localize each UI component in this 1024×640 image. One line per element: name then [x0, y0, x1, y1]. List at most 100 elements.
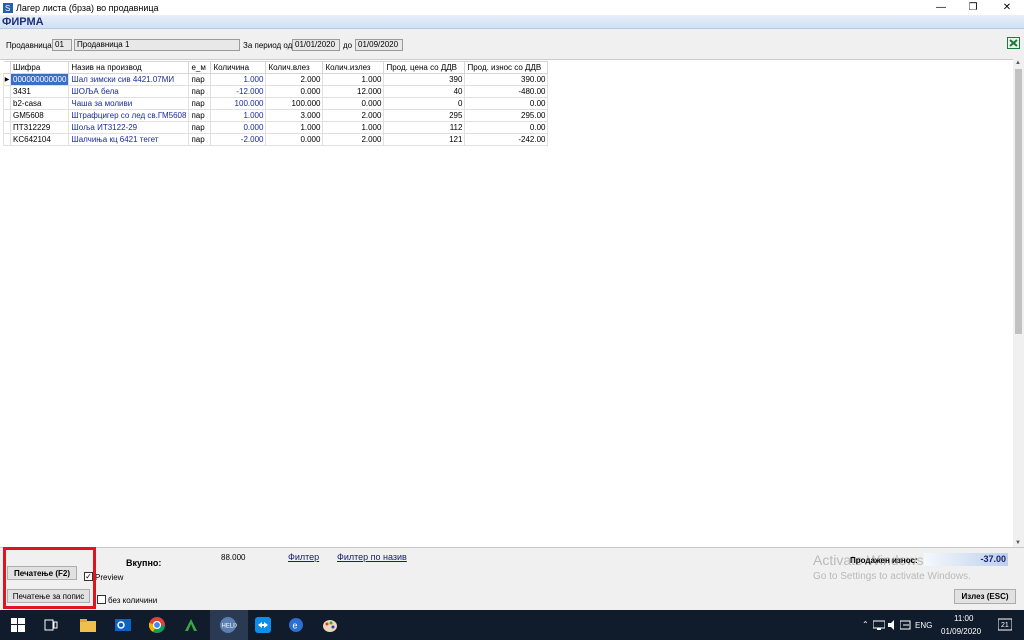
cell-amount[interactable]: -242.00: [464, 133, 549, 146]
table-row[interactable]: b2-casa Чаша за моливи пар 100.000 100.0…: [3, 97, 549, 110]
activate-windows-subtitle: Go to Settings to activate Windows.: [813, 571, 971, 582]
cell-unit[interactable]: пар: [188, 73, 212, 86]
row-indicator: [3, 121, 11, 134]
cell-unit[interactable]: пар: [188, 121, 212, 134]
column-header[interactable]: Прод. цена со ДДВ: [383, 61, 466, 74]
cell-price[interactable]: 40: [383, 85, 466, 98]
cell-amount[interactable]: 0.00: [464, 97, 549, 110]
table-row[interactable]: ▶ 000000000000 Шал зимски сив 4421.07МИ …: [3, 73, 549, 86]
cell-name[interactable]: Штрафцигер со лед св.ГМ5608: [68, 109, 190, 122]
cell-price[interactable]: 295: [383, 109, 466, 122]
cell-amount[interactable]: -480.00: [464, 85, 549, 98]
file-explorer-icon[interactable]: [79, 616, 97, 634]
minimize-button[interactable]: —: [926, 0, 956, 15]
cell-unit[interactable]: пар: [188, 97, 212, 110]
cell-qty[interactable]: 1.000: [210, 109, 267, 122]
table-row[interactable]: 3431 ШОЉА бела пар -12.000 0.000 12.000 …: [3, 85, 549, 98]
tray-chevron-icon[interactable]: ⌃: [862, 620, 869, 629]
filter-link[interactable]: Филтер: [288, 552, 319, 562]
cell-code[interactable]: 3431: [9, 85, 70, 98]
column-header[interactable]: Прод. износ со ДДВ: [464, 61, 549, 74]
cell-name[interactable]: ШОЉА бела: [68, 85, 190, 98]
column-header[interactable]: Колич.влез: [265, 61, 324, 74]
cell-qty-out[interactable]: 1.000: [322, 73, 385, 86]
task-view-icon[interactable]: [42, 616, 60, 634]
helix-app-icon[interactable]: HELIX: [219, 616, 237, 634]
cell-name[interactable]: Чаша за моливи: [68, 97, 190, 110]
cell-qty-in[interactable]: 100.000: [265, 97, 324, 110]
date-from-field[interactable]: 01/01/2020: [292, 39, 340, 51]
cell-qty-out[interactable]: 0.000: [322, 97, 385, 110]
cell-price[interactable]: 0: [383, 97, 466, 110]
column-header[interactable]: Шифра: [9, 61, 70, 74]
vertical-scrollbar[interactable]: ▲ ▼: [1013, 59, 1024, 547]
cell-unit[interactable]: пар: [188, 109, 212, 122]
outlook-icon[interactable]: [114, 616, 132, 634]
cell-price[interactable]: 390: [383, 73, 466, 86]
cell-qty[interactable]: 0.000: [210, 121, 267, 134]
cell-qty[interactable]: 1.000: [210, 73, 267, 86]
chrome-icon[interactable]: [148, 616, 166, 634]
exit-button[interactable]: Излез (ESC): [954, 589, 1016, 604]
store-name-field[interactable]: Продавница 1: [74, 39, 240, 51]
cell-code[interactable]: ПТ312229: [9, 121, 70, 134]
cell-qty-out[interactable]: 2.000: [322, 133, 385, 146]
table-row[interactable]: ПТ312229 Шоља ИТ3122-29 пар 0.000 1.000 …: [3, 121, 549, 134]
cell-code[interactable]: b2-casa: [9, 97, 70, 110]
scrollbar-thumb[interactable]: [1015, 69, 1022, 334]
cell-qty-out[interactable]: 12.000: [322, 85, 385, 98]
cell-qty-in[interactable]: 1.000: [265, 121, 324, 134]
cell-qty-out[interactable]: 2.000: [322, 109, 385, 122]
cell-name[interactable]: Шоља ИТ3122-29: [68, 121, 190, 134]
cell-qty-out[interactable]: 1.000: [322, 121, 385, 134]
cell-price[interactable]: 121: [383, 133, 466, 146]
cell-qty-in[interactable]: 0.000: [265, 133, 324, 146]
cell-price[interactable]: 112: [383, 121, 466, 134]
cell-qty-in[interactable]: 2.000: [265, 73, 324, 86]
filter-by-name-link[interactable]: Филтер по назив: [337, 552, 407, 562]
clock-time[interactable]: 11:00: [954, 614, 973, 623]
excel-export-icon[interactable]: [1007, 37, 1020, 49]
cell-qty[interactable]: -2.000: [210, 133, 267, 146]
network-icon[interactable]: [872, 616, 886, 634]
table-row[interactable]: KC642104 Шалчиња кц 6421 тегет пар -2.00…: [3, 133, 549, 146]
cell-qty[interactable]: -12.000: [210, 85, 267, 98]
scroll-up-icon[interactable]: ▲: [1015, 60, 1021, 66]
store-code-field[interactable]: 01: [52, 39, 72, 51]
date-to-field[interactable]: 01/09/2020: [355, 39, 403, 51]
clock-date[interactable]: 01/09/2020: [941, 627, 981, 636]
web-app-icon[interactable]: e: [287, 616, 305, 634]
row-indicator: [3, 85, 11, 98]
close-button[interactable]: ✕: [992, 0, 1022, 15]
cell-name[interactable]: Шал зимски сив 4421.07МИ: [68, 73, 190, 86]
cell-unit[interactable]: пар: [188, 85, 212, 98]
paint-icon[interactable]: [321, 616, 339, 634]
column-header[interactable]: е_м: [188, 61, 212, 74]
cell-amount[interactable]: 390.00: [464, 73, 549, 86]
column-header[interactable]: Колич.излез: [322, 61, 385, 74]
column-header[interactable]: Назив на производ: [68, 61, 190, 74]
cell-amount[interactable]: 0.00: [464, 121, 549, 134]
cell-name[interactable]: Шалчиња кц 6421 тегет: [68, 133, 190, 146]
app-green-icon[interactable]: [182, 616, 200, 634]
language-indicator[interactable]: ENG: [915, 621, 932, 630]
windows-start-icon[interactable]: [9, 616, 27, 634]
table-row[interactable]: GM5608 Штрафцигер со лед св.ГМ5608 пар 1…: [3, 109, 549, 122]
cell-amount[interactable]: 295.00: [464, 109, 549, 122]
cell-unit[interactable]: пар: [188, 133, 212, 146]
app-icon: S: [3, 2, 13, 13]
cell-code[interactable]: 000000000000: [9, 73, 70, 86]
volume-icon[interactable]: [886, 616, 900, 634]
scroll-down-icon[interactable]: ▼: [1015, 540, 1021, 546]
teamviewer-icon[interactable]: [254, 616, 272, 634]
cell-code[interactable]: GM5608: [9, 109, 70, 122]
title-bar: S Лагер листа (брза) во продавница — ❐ ✕: [0, 0, 1024, 15]
cell-qty[interactable]: 100.000: [210, 97, 267, 110]
ime-icon[interactable]: [899, 616, 913, 634]
no-qty-checkbox[interactable]: [97, 595, 106, 604]
cell-qty-in[interactable]: 0.000: [265, 85, 324, 98]
cell-qty-in[interactable]: 3.000: [265, 109, 324, 122]
column-header[interactable]: Количина: [210, 61, 267, 74]
restore-button[interactable]: ❐: [958, 0, 988, 15]
cell-code[interactable]: KC642104: [9, 133, 70, 146]
